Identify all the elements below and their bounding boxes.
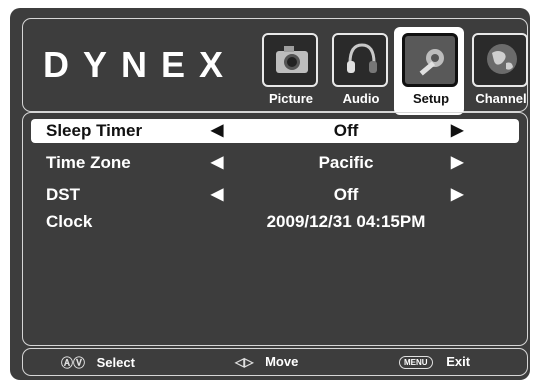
wrench-icon xyxy=(402,33,458,87)
menu-item-label: Time Zone xyxy=(46,153,131,172)
up-down-icon: ⒶⓋ xyxy=(61,356,86,370)
arrow-right-icon[interactable]: ▶ xyxy=(451,184,463,204)
menu-item-clock[interactable]: Clock 2009/12/31 04:15PM xyxy=(31,210,519,234)
menu-item-value: Off xyxy=(333,121,359,140)
tab-label: Channel xyxy=(475,91,527,106)
menu-item-label: Sleep Timer xyxy=(46,121,143,140)
hint-select: ⒶⓋ Select xyxy=(61,354,135,371)
arrow-left-icon[interactable]: ◀ xyxy=(211,152,223,172)
hint-label: Move xyxy=(265,354,299,369)
tab-label: Audio xyxy=(342,91,380,106)
menu-item-value: Off xyxy=(333,185,359,204)
hint-move: ◁▷ Move xyxy=(235,354,298,369)
menu-item-label: DST xyxy=(46,185,80,204)
logo-text: DYNEX xyxy=(43,44,238,85)
arrow-right-icon[interactable]: ▶ xyxy=(451,152,463,172)
hint-label: Exit xyxy=(446,354,471,369)
arrow-right-icon[interactable]: ▶ xyxy=(451,120,463,140)
menu-item-time-zone[interactable]: Time Zone ◀ Pacific ▶ xyxy=(31,151,519,175)
tab-audio[interactable]: Audio xyxy=(328,33,398,111)
setup-menu-list: Sleep Timer ◀ Off ▶ Time Zone ◀ Pacific … xyxy=(22,112,528,346)
menu-item-label: Clock xyxy=(46,212,93,231)
globe-icon xyxy=(472,33,528,87)
tab-label: Setup xyxy=(412,91,450,106)
dynex-logo: DYNEX xyxy=(43,47,237,83)
headphones-icon xyxy=(332,33,388,87)
hint-label: Select xyxy=(96,355,135,370)
tv-menu-screen: DYNEX Picture Audio Setup Channel Sleep … xyxy=(10,8,530,380)
arrow-left-icon[interactable]: ◀ xyxy=(211,120,223,140)
menu-item-value: 2009/12/31 04:15PM xyxy=(266,212,426,231)
menu-item-sleep-timer[interactable]: Sleep Timer ◀ Off ▶ xyxy=(31,119,519,143)
footer-hints: ⒶⓋ Select ◁▷ Move MENU Exit xyxy=(22,348,528,376)
menu-key-icon: MENU xyxy=(399,356,433,370)
hint-exit: MENU Exit xyxy=(399,354,471,370)
header-panel: DYNEX Picture Audio Setup Channel xyxy=(22,18,530,115)
tab-label: Picture xyxy=(268,91,314,106)
menu-item-value: Pacific xyxy=(318,153,374,172)
arrow-left-icon[interactable]: ◀ xyxy=(211,184,223,204)
tab-picture[interactable]: Picture xyxy=(258,33,328,111)
left-right-icon: ◁▷ xyxy=(235,355,254,369)
tab-channel[interactable]: Channel xyxy=(468,33,530,111)
menu-item-dst[interactable]: DST ◀ Off ▶ xyxy=(31,183,519,207)
tab-setup[interactable]: Setup xyxy=(394,27,468,115)
camera-icon xyxy=(262,33,318,87)
